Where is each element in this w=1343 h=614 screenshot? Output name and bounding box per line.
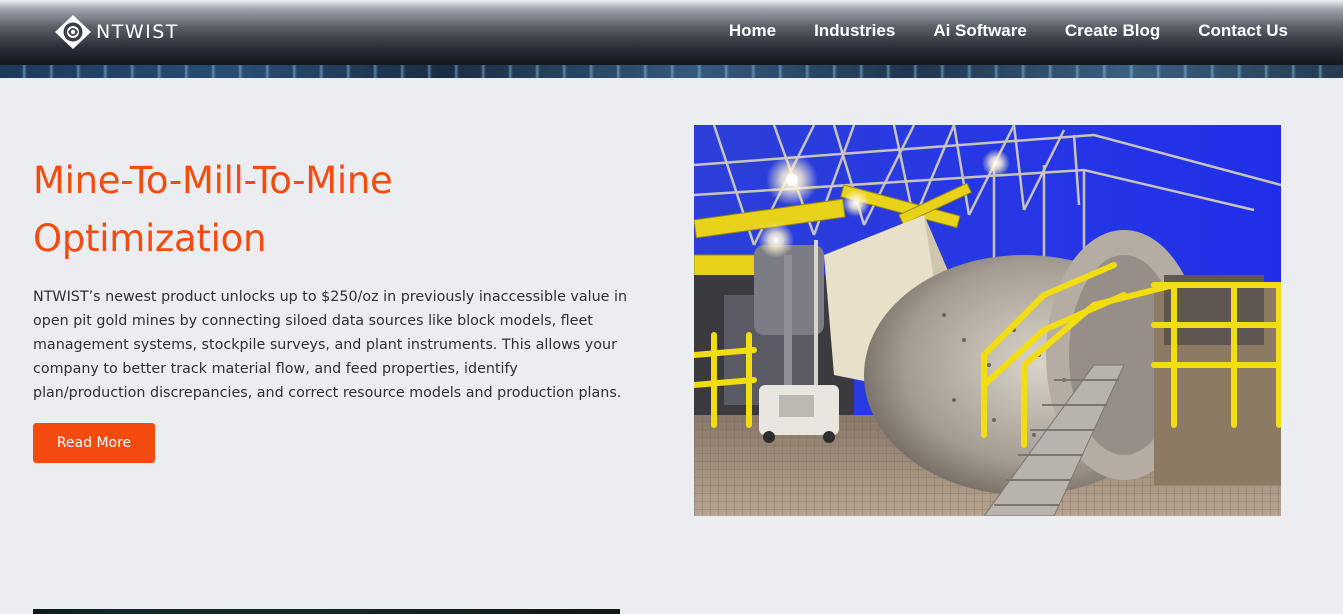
ntwist-logo-icon xyxy=(55,15,91,49)
main-nav: Home Industries Ai Software Create Blog … xyxy=(691,20,1288,42)
nav-item-create-blog[interactable]: Create Blog xyxy=(1065,20,1160,42)
hero-image xyxy=(694,125,1281,516)
hero-description: NTWIST’s newest product unlocks up to $2… xyxy=(33,289,628,401)
site-logo[interactable]: NTWIST xyxy=(54,14,179,50)
nav-item-home[interactable]: Home xyxy=(729,20,776,42)
logo-wordmark: NTWIST xyxy=(96,21,179,43)
nav-item-ai-software[interactable]: Ai Software xyxy=(933,20,1027,42)
hero-title-line-1: Mine-To-Mill-To-Mine xyxy=(33,159,393,202)
read-more-button[interactable]: Read More xyxy=(33,423,155,463)
nav-item-contact-us[interactable]: Contact Us xyxy=(1198,20,1288,42)
hero-title-line-2: Optimization xyxy=(33,217,267,260)
site-header: NTWIST Home Industries Ai Software Creat… xyxy=(0,0,1343,78)
next-section-card xyxy=(33,609,620,614)
hero-title: Mine-To-Mill-To-Mine Optimization xyxy=(33,152,633,268)
nav-item-industries[interactable]: Industries xyxy=(814,20,895,42)
